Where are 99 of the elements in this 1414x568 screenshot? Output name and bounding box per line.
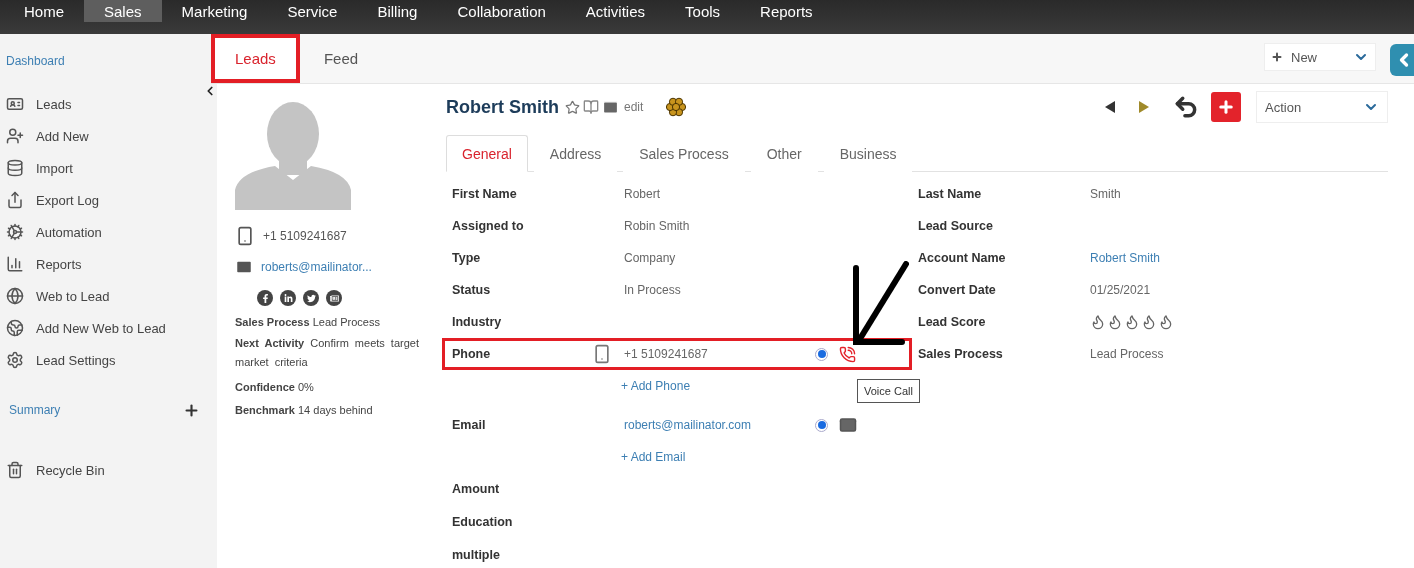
field-value: 01/25/2021 xyxy=(1090,283,1151,297)
page-tab[interactable]: Feed xyxy=(299,34,383,83)
settings-icon xyxy=(6,351,24,369)
flame-icon xyxy=(1124,314,1140,330)
next-activity-text: Next Activity Confirm meets target market criteria xyxy=(235,336,420,370)
field-label: Status xyxy=(452,283,492,297)
field-label: Last Name xyxy=(918,187,983,201)
account-link[interactable]: Robert Smith xyxy=(1090,251,1161,265)
sidebar-item[interactable]: Import xyxy=(6,152,186,184)
mobile-phone-icon xyxy=(592,344,612,364)
field-label: Assigned to xyxy=(452,219,525,233)
card-icon[interactable] xyxy=(326,290,342,306)
nav-item[interactable]: Home xyxy=(4,0,84,22)
field-value: Lead Process xyxy=(1090,347,1164,361)
field-value: Robin Smith xyxy=(624,219,690,233)
field-value: Smith xyxy=(1090,187,1121,201)
sidebar-item[interactable]: Automation xyxy=(6,216,186,248)
mail-icon xyxy=(235,258,253,276)
mobile-phone-icon xyxy=(235,226,255,246)
panel-toggle-button[interactable] xyxy=(1390,44,1414,76)
voice-call-icon[interactable] xyxy=(839,345,856,363)
field-label: multiple xyxy=(452,547,501,562)
field-label: Email xyxy=(452,418,487,432)
sidebar-item[interactable]: Add New Web to Lead xyxy=(6,312,186,344)
record-tab[interactable]: General xyxy=(446,135,528,172)
field-value: Robert xyxy=(624,187,661,201)
nav-item[interactable]: Tools xyxy=(665,0,741,22)
bar-chart-icon xyxy=(6,255,24,273)
field-value: Company xyxy=(624,251,676,265)
gear-icon xyxy=(6,223,24,241)
email-link[interactable]: roberts@mailinator... xyxy=(261,260,372,274)
field-label: Phone xyxy=(452,347,492,361)
phone-number: +1 5109241687 xyxy=(263,229,347,243)
sidebar-item[interactable]: Leads xyxy=(6,88,186,120)
trash-icon xyxy=(6,461,24,479)
flame-icon xyxy=(1158,314,1174,330)
flame-icon xyxy=(1090,314,1106,330)
action-select[interactable]: Action xyxy=(1256,91,1388,123)
next-button[interactable] xyxy=(1139,101,1149,113)
benchmark-text: Benchmark 14 days behind xyxy=(235,403,374,418)
sidebar-item[interactable]: Lead Settings xyxy=(6,344,186,376)
flame-icon xyxy=(1107,314,1123,330)
sidebar-item[interactable]: Add New xyxy=(6,120,186,152)
mail-icon[interactable] xyxy=(839,416,857,434)
field-label: First Name xyxy=(452,187,518,201)
nav-item[interactable]: Service xyxy=(267,0,358,22)
add-button[interactable] xyxy=(1211,92,1241,122)
sidebar-item[interactable]: Reports xyxy=(6,248,186,280)
tooltip: Voice Call xyxy=(857,379,920,403)
field-label: Account Name xyxy=(918,251,1007,265)
primary-radio[interactable] xyxy=(815,347,828,361)
add-icon[interactable] xyxy=(183,401,200,419)
field-value: +1 5109241687 xyxy=(624,347,708,361)
field-label: Lead Score xyxy=(918,315,987,329)
primary-radio[interactable] xyxy=(815,418,828,432)
share-icon xyxy=(6,191,24,209)
confidence-text: Confidence 0% xyxy=(235,380,315,395)
record-title: Robert Smith xyxy=(446,96,559,118)
add-link[interactable]: + Add Email xyxy=(621,441,912,472)
database-icon xyxy=(6,159,24,177)
sidebar-item[interactable]: Export Log xyxy=(6,184,186,216)
flame-icon xyxy=(1141,314,1157,330)
field-label: Type xyxy=(452,251,482,265)
field-label: Lead Source xyxy=(918,219,995,233)
book-icon[interactable] xyxy=(583,99,599,115)
previous-button[interactable] xyxy=(1105,101,1115,113)
sales-process-text: Sales Process Lead Process xyxy=(235,315,381,330)
facebook-icon[interactable] xyxy=(257,290,273,306)
nav-item[interactable]: Collaboration xyxy=(437,0,566,22)
mail-icon[interactable] xyxy=(602,98,619,116)
new-button[interactable]: New xyxy=(1264,43,1376,71)
linkedin-icon[interactable] xyxy=(280,290,296,306)
sidebar-item[interactable]: Web to Lead xyxy=(6,280,186,312)
bird-icon[interactable] xyxy=(303,290,319,306)
summary-link[interactable]: Summary xyxy=(9,403,61,417)
field-label: Education xyxy=(452,514,514,529)
back-button[interactable] xyxy=(1173,94,1199,120)
id-card-icon xyxy=(6,95,24,113)
edit-link[interactable]: edit xyxy=(624,100,644,114)
nav-item[interactable]: Marketing xyxy=(161,0,268,22)
field-label: Convert Date xyxy=(918,283,997,297)
field-label: Industry xyxy=(452,315,503,329)
field-label: Amount xyxy=(452,481,501,496)
field-value: In Process xyxy=(624,283,681,297)
plus-icon xyxy=(1271,51,1283,63)
flower-icon[interactable] xyxy=(665,96,688,118)
globe-icon xyxy=(6,319,24,337)
nav-item[interactable]: Reports xyxy=(740,0,833,22)
star-icon[interactable] xyxy=(565,99,580,115)
nav-item[interactable]: Activities xyxy=(565,0,666,22)
globe-icon xyxy=(6,287,24,305)
sidebar-item[interactable]: Recycle Bin xyxy=(6,454,186,486)
nav-item[interactable]: Billing xyxy=(357,0,438,22)
field-label: Sales Process xyxy=(918,347,1004,361)
nav-item[interactable]: Sales xyxy=(84,0,162,22)
page-tab[interactable]: Leads xyxy=(211,34,300,83)
email-link[interactable]: roberts@mailinator.com xyxy=(624,418,751,432)
add-user-icon xyxy=(6,127,24,145)
dashboard-link[interactable]: Dashboard xyxy=(6,54,65,68)
